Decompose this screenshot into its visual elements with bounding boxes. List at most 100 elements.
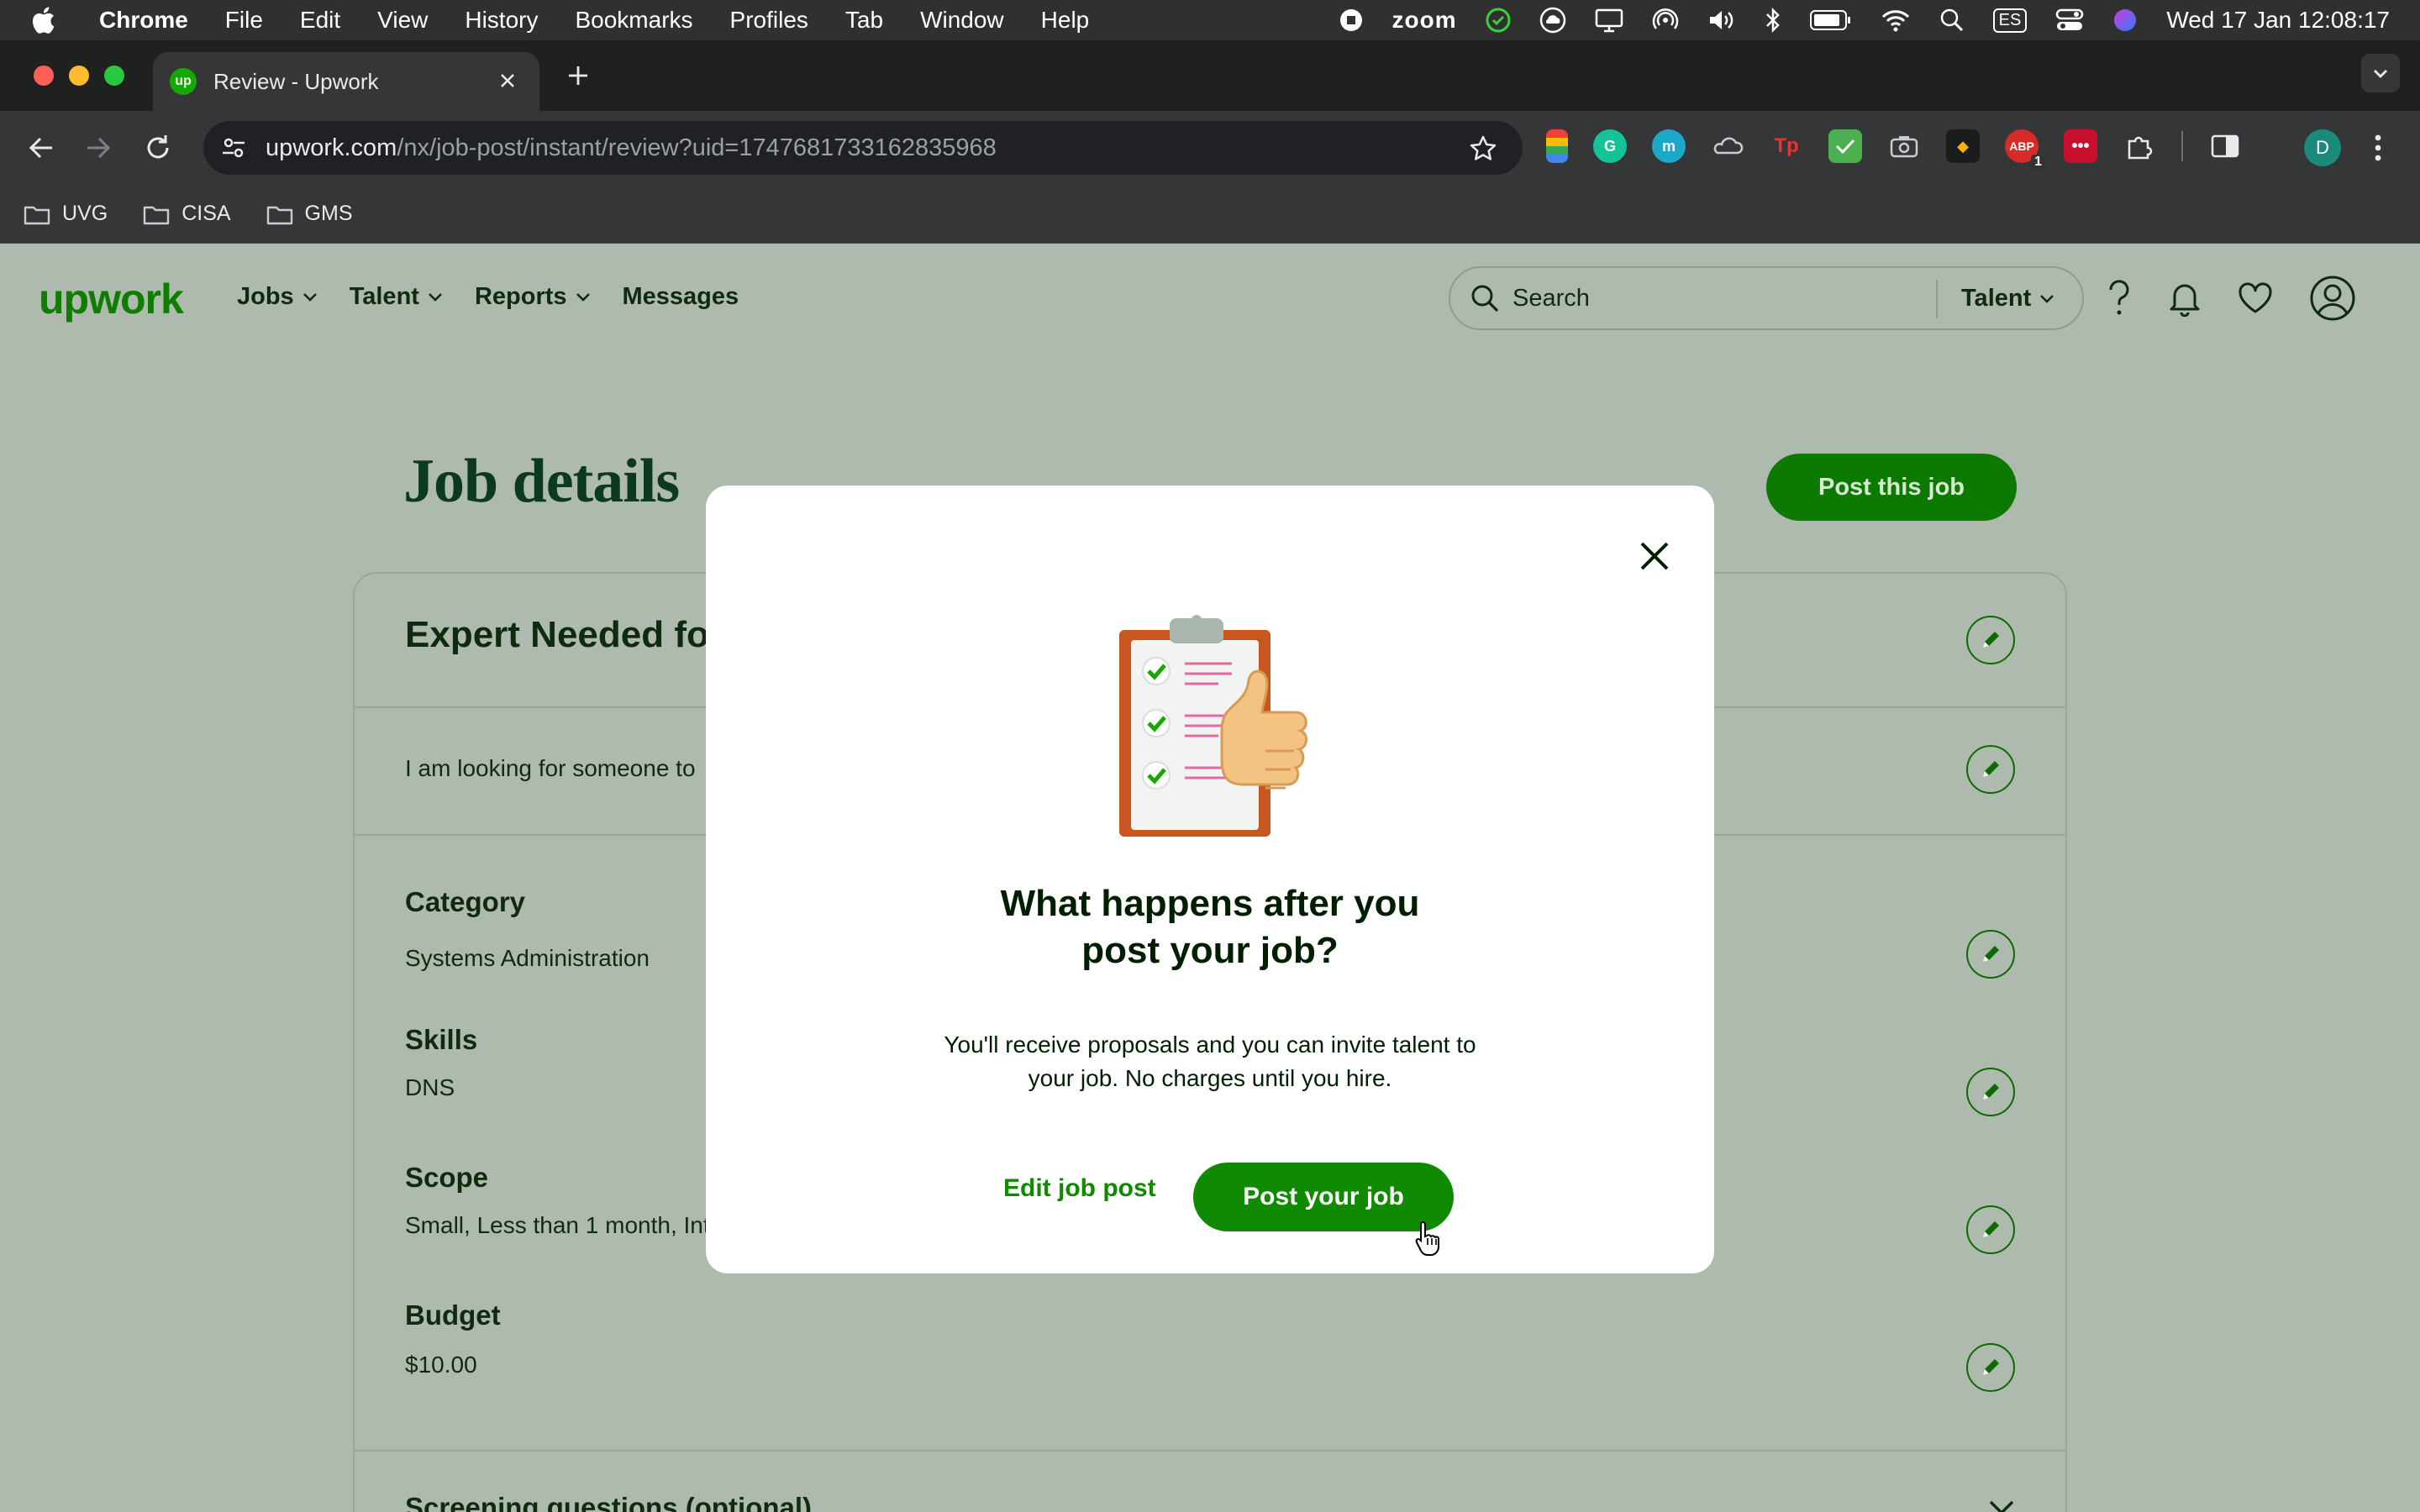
folder-icon xyxy=(143,203,170,225)
menu-bookmarks[interactable]: Bookmarks xyxy=(556,7,711,34)
menu-view[interactable]: View xyxy=(359,7,446,34)
bookmark-label: UVG xyxy=(62,202,108,225)
edit-title-button[interactable] xyxy=(1966,616,2015,664)
camera-extension-icon[interactable] xyxy=(1887,129,1921,163)
more-vertical-icon[interactable] xyxy=(2371,129,2385,166)
dialog-heading-line: post your job? xyxy=(1081,930,1339,971)
profile-avatar[interactable]: D xyxy=(2304,129,2341,166)
search-scope-dropdown[interactable]: Talent xyxy=(1961,285,2054,312)
input-source-indicator[interactable]: ES xyxy=(1992,8,2028,33)
airdrop-icon[interactable] xyxy=(1652,7,1679,34)
new-tab-plus-icon[interactable] xyxy=(565,62,592,89)
browser-toolbar: upwork.com/nx/job-post/instant/review?ui… xyxy=(0,111,2420,185)
help-question-icon[interactable] xyxy=(2106,280,2133,317)
check-circle-icon[interactable] xyxy=(1486,8,1511,33)
tab-search-button[interactable] xyxy=(2361,54,2400,92)
edit-budget-button[interactable] xyxy=(1966,1343,2015,1392)
menu-window[interactable]: Window xyxy=(902,7,1023,34)
back-arrow-icon[interactable] xyxy=(24,129,60,166)
nav-label: Jobs xyxy=(237,283,294,310)
nav-talent[interactable]: Talent xyxy=(350,283,443,311)
nav-reports[interactable]: Reports xyxy=(475,283,591,311)
bookmark-star-icon[interactable] xyxy=(1469,134,1497,163)
puzzle-extensions-icon[interactable] xyxy=(2123,129,2156,163)
post-this-job-button[interactable]: Post this job xyxy=(1766,454,2017,521)
zoom-status[interactable]: zoom xyxy=(1392,7,1457,34)
menu-history[interactable]: History xyxy=(446,7,556,34)
window-zoom-button[interactable] xyxy=(104,66,124,86)
screening-section[interactable]: Screening questions (optional) xyxy=(355,1452,2065,1512)
extension-icons: G m Tp ◆ ABP 1 ••• xyxy=(1546,129,2242,170)
site-settings-icon[interactable] xyxy=(220,134,247,161)
display-icon[interactable] xyxy=(1595,8,1623,33)
tab-close-icon[interactable] xyxy=(496,69,519,92)
job-heading: Expert Needed for xyxy=(405,614,723,655)
folder-icon xyxy=(24,203,50,225)
spotlight-search-icon[interactable] xyxy=(1939,8,1965,33)
wifi-icon[interactable] xyxy=(1881,8,1911,32)
url-path: /nx/job-post/instant/review?uid=17476817… xyxy=(397,134,997,161)
edit-description-button[interactable] xyxy=(1966,745,2015,794)
chevron-down-icon[interactable] xyxy=(1988,1499,2015,1512)
heart-icon[interactable] xyxy=(2237,281,2274,315)
category-label: Category xyxy=(405,886,526,917)
hand-cursor-icon xyxy=(1415,1220,1442,1257)
account-avatar-icon[interactable] xyxy=(2309,275,2356,322)
m-extension-icon[interactable]: m xyxy=(1652,129,1686,163)
menu-profiles[interactable]: Profiles xyxy=(712,7,827,34)
window-close-button[interactable] xyxy=(34,66,54,86)
menu-app-name[interactable]: Chrome xyxy=(74,7,207,34)
upwork-logo[interactable]: upwork xyxy=(39,275,184,323)
abp-extension-icon[interactable]: ABP 1 xyxy=(2005,129,2045,170)
nav-jobs[interactable]: Jobs xyxy=(237,283,318,311)
bookmark-label: GMS xyxy=(304,202,353,225)
siri-icon[interactable] xyxy=(2112,8,2138,33)
edit-category-button[interactable] xyxy=(1966,930,2015,979)
address-bar[interactable]: upwork.com/nx/job-post/instant/review?ui… xyxy=(203,121,1523,175)
control-center-icon[interactable] xyxy=(2055,8,2084,33)
toolbar-divider xyxy=(2181,131,2183,161)
record-icon[interactable] xyxy=(1339,8,1364,33)
side-panel-icon[interactable] xyxy=(2208,129,2242,163)
site-search[interactable]: Search Talent xyxy=(1449,266,2084,330)
battery-icon[interactable] xyxy=(1809,9,1852,31)
google-sheets-extension-icon[interactable] xyxy=(1546,129,1568,163)
bookmark-folder-cisa[interactable]: CISA xyxy=(143,202,231,226)
cloud-icon[interactable] xyxy=(1539,7,1566,34)
menu-help[interactable]: Help xyxy=(1023,7,1108,34)
reload-icon[interactable] xyxy=(139,129,176,166)
budget-label: Budget xyxy=(405,1299,501,1331)
url-host: upwork.com xyxy=(266,134,397,161)
menu-tab[interactable]: Tab xyxy=(827,7,902,34)
tp-extension-icon[interactable]: Tp xyxy=(1770,129,1803,163)
skills-label: Skills xyxy=(405,1024,478,1055)
pencil-icon xyxy=(1979,758,2002,781)
nav-messages[interactable]: Messages xyxy=(623,283,739,311)
grammarly-extension-icon[interactable]: G xyxy=(1593,129,1627,163)
bluetooth-icon[interactable] xyxy=(1765,7,1781,34)
chevron-down-icon xyxy=(428,292,443,302)
apple-icon[interactable] xyxy=(30,6,74,34)
check-mail-extension-icon[interactable] xyxy=(1828,129,1862,163)
cube-extension-icon[interactable]: ◆ xyxy=(1946,129,1980,163)
bookmark-folder-uvg[interactable]: UVG xyxy=(24,202,108,226)
browser-tab-active[interactable]: up Review - Upwork xyxy=(153,52,539,111)
chevron-down-icon xyxy=(2370,63,2391,83)
edit-scope-button[interactable] xyxy=(1966,1205,2015,1254)
edit-skills-button[interactable] xyxy=(1966,1068,2015,1116)
menubar-clock[interactable]: Wed 17 Jan 12:08:17 xyxy=(2166,7,2390,34)
notification-bell-icon[interactable] xyxy=(2168,280,2202,317)
close-icon[interactable] xyxy=(1637,538,1672,574)
window-minimize-button[interactable] xyxy=(69,66,89,86)
search-input[interactable]: Search xyxy=(1512,285,1590,312)
extension-badge: 1 xyxy=(2031,155,2045,170)
menu-file[interactable]: File xyxy=(207,7,281,34)
edit-job-post-link[interactable]: Edit job post xyxy=(1003,1174,1156,1203)
dialog-heading: What happens after you post your job? xyxy=(706,880,1714,974)
volume-icon[interactable] xyxy=(1707,8,1736,33)
menu-edit[interactable]: Edit xyxy=(281,7,359,34)
dots-extension-icon[interactable]: ••• xyxy=(2064,129,2097,163)
bookmark-folder-gms[interactable]: GMS xyxy=(266,202,353,226)
forward-arrow-icon[interactable] xyxy=(79,129,116,166)
cloud-extension-icon[interactable] xyxy=(1711,129,1744,163)
